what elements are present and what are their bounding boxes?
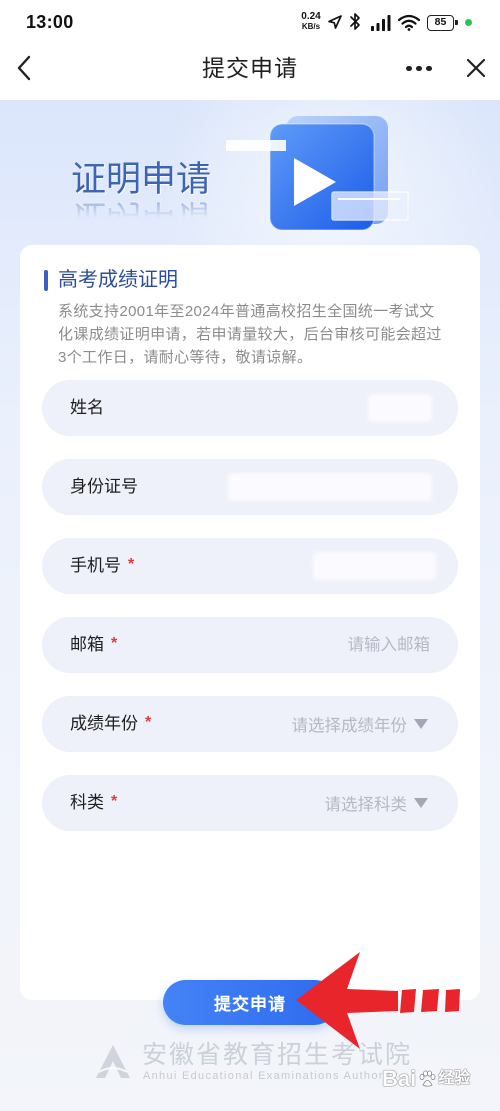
phone-field[interactable]: 手机号 * (42, 538, 458, 594)
subject-category-select[interactable]: 科类 * 请选择科类 (42, 775, 458, 831)
status-time: 13:00 (26, 12, 74, 32)
dropdown-caret-icon (414, 719, 428, 729)
wifi-icon (398, 14, 420, 31)
title-accent-bar (44, 270, 48, 291)
email-input[interactable] (131, 635, 430, 655)
score-year-label: 成绩年份 (70, 714, 138, 733)
org-name-en: Anhui Educational Examinations Authority (143, 1070, 399, 1082)
name-value-redacted (368, 394, 432, 422)
org-name: 安徽省教育招生考试院 (142, 1041, 413, 1069)
card-title: 高考成绩证明 (58, 269, 178, 291)
required-mark: * (128, 556, 135, 573)
description-line: 3个工作日，请耐心等待，敬请谅解。 (58, 349, 313, 366)
battery-icon: 85 (427, 15, 458, 31)
battery-level: 85 (434, 16, 447, 28)
network-speed-value: 0.24 (301, 11, 321, 22)
id-number-value-redacted (228, 473, 432, 501)
banner-title: 证明申请 (71, 160, 212, 199)
status-dot (465, 19, 472, 26)
paw-icon (419, 1070, 436, 1087)
id-number-label: 身份证号 (70, 477, 138, 496)
description-line: 化课成绩证明申请，若申请量较大，后台审核可能会超过 (58, 326, 442, 343)
email-field[interactable]: 邮箱 * (42, 617, 458, 673)
watermark-brand: Bai (382, 1066, 417, 1091)
baidu-watermark: Bai 经验 (382, 1064, 470, 1094)
more-button[interactable] (404, 58, 436, 78)
location-icon (328, 15, 342, 29)
dropdown-caret-icon (414, 798, 428, 808)
required-mark: * (111, 793, 118, 810)
network-speed-unit: KB/s (301, 22, 321, 31)
play-icon (226, 116, 409, 231)
card-description: 系统支持2001年至2024年普通高校招生全国统一考试文 化课成绩证明申请，若申… (58, 300, 442, 369)
close-button[interactable] (462, 54, 490, 82)
name-field[interactable]: 姓名 (42, 380, 458, 436)
application-form: 姓名 身份证号 手机号 * 邮箱 * 成绩年份 * 请选择成绩年份 (42, 380, 458, 831)
required-mark: * (111, 635, 118, 652)
subject-category-placeholder: 请选择科类 (324, 796, 408, 814)
bluetooth-icon (350, 13, 360, 30)
phone-value-redacted (313, 552, 436, 580)
required-mark: * (145, 714, 152, 731)
watermark-suffix: 经验 (438, 1070, 471, 1087)
application-card: 高考成绩证明 系统支持2001年至2024年普通高校招生全国统一考试文 化课成绩… (20, 245, 480, 1000)
score-year-select[interactable]: 成绩年份 * 请选择成绩年份 (42, 696, 458, 752)
signal-icon (371, 15, 391, 31)
annotation-arrow (296, 952, 460, 1049)
name-label: 姓名 (70, 398, 104, 417)
org-logo-icon (96, 1045, 130, 1078)
close-icon (466, 58, 486, 78)
phone-label: 手机号 (70, 556, 121, 575)
email-label: 邮箱 (70, 635, 104, 654)
subject-category-label: 科类 (70, 793, 104, 812)
id-number-field[interactable]: 身份证号 (42, 459, 458, 515)
description-line: 系统支持2001年至2024年普通高校招生全国统一考试文 (58, 303, 435, 320)
network-speed: 0.24 KB/s (297, 11, 325, 32)
score-year-placeholder: 请选择成绩年份 (291, 717, 408, 735)
app-screen: 13:00 0.24 KB/s 85 提交申请 证明申请 高考成绩证明 系统支持… (0, 0, 500, 1111)
